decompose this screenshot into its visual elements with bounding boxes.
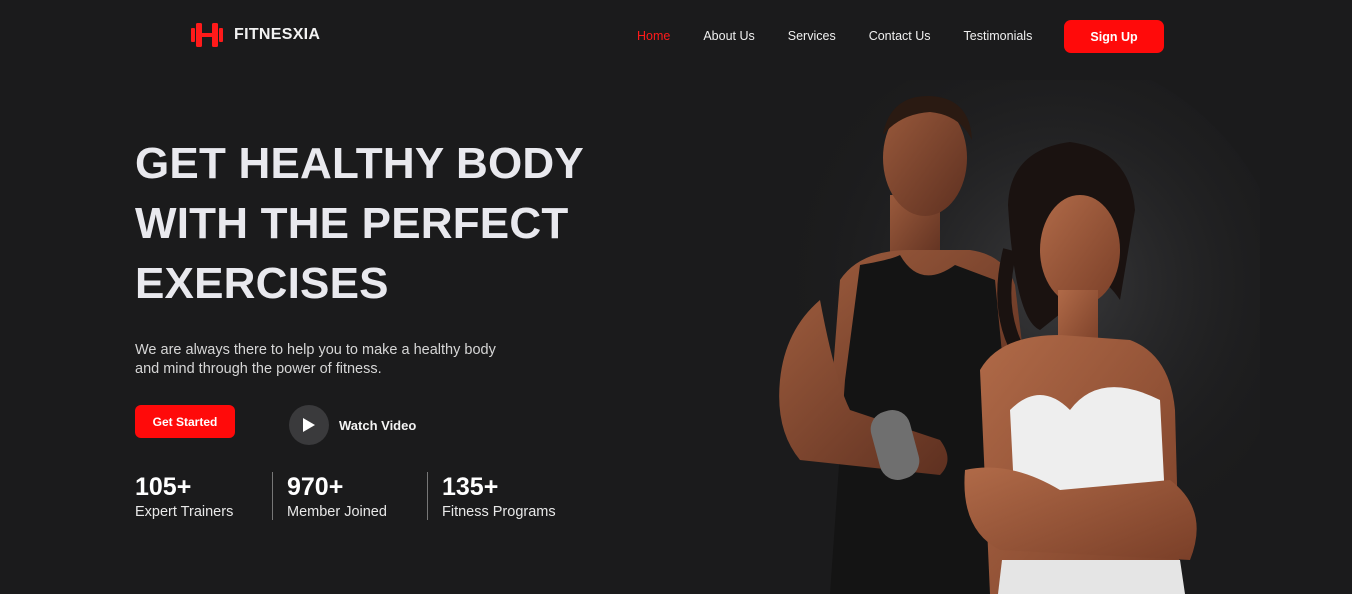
stat-label: Member Joined [287, 504, 387, 520]
hero-subtitle-line: We are always there to help you to make … [135, 342, 496, 358]
stat-label: Expert Trainers [135, 504, 234, 520]
nav-item-contact-us[interactable]: Contact Us [869, 29, 931, 43]
hero-title-line: GET HEALTHY BODY [135, 139, 584, 188]
watch-video-button[interactable]: Watch Video [289, 405, 416, 445]
stat-value: 135+ [442, 473, 499, 501]
stat-item: 135+ Fitness Programs [427, 472, 590, 520]
hero-subtitle: We are always there to help you to make … [135, 341, 535, 379]
stat-item: 105+ Expert Trainers [135, 472, 272, 520]
brand-logo[interactable]: FITNESXIA [190, 22, 320, 48]
watch-video-label: Watch Video [339, 417, 417, 433]
brand-name: FITNESXIA [234, 26, 321, 43]
hero-title-line: EXERCISES [135, 259, 389, 308]
hero-athletes-image [770, 80, 1260, 594]
nav-item-testimonials[interactable]: Testimonials [964, 29, 1033, 43]
stat-value: 105+ [135, 473, 192, 501]
hero-title: GET HEALTHY BODY WITH THE PERFECT EXERCI… [135, 134, 655, 314]
stat-value: 970+ [287, 473, 344, 501]
stat-label: Fitness Programs [442, 504, 556, 520]
stat-item: 970+ Member Joined [272, 472, 427, 520]
dumbbell-icon [191, 23, 223, 47]
main-nav: Home About Us Services Contact Us Testim… [637, 29, 1065, 43]
get-started-button[interactable]: Get Started [135, 405, 235, 438]
nav-item-services[interactable]: Services [788, 29, 836, 43]
play-button[interactable] [289, 405, 329, 445]
hero-title-line: WITH THE PERFECT [135, 199, 569, 248]
sign-up-button[interactable]: Sign Up [1064, 20, 1164, 53]
stats-row: 105+ Expert Trainers 970+ Member Joined … [135, 472, 590, 520]
play-icon [303, 418, 315, 432]
hero-subtitle-line: and mind through the power of fitness. [135, 361, 382, 377]
nav-item-about-us[interactable]: About Us [703, 29, 754, 43]
landing-page: FITNESXIA Home About Us Services Contact… [0, 0, 1352, 594]
nav-item-home[interactable]: Home [637, 29, 670, 43]
